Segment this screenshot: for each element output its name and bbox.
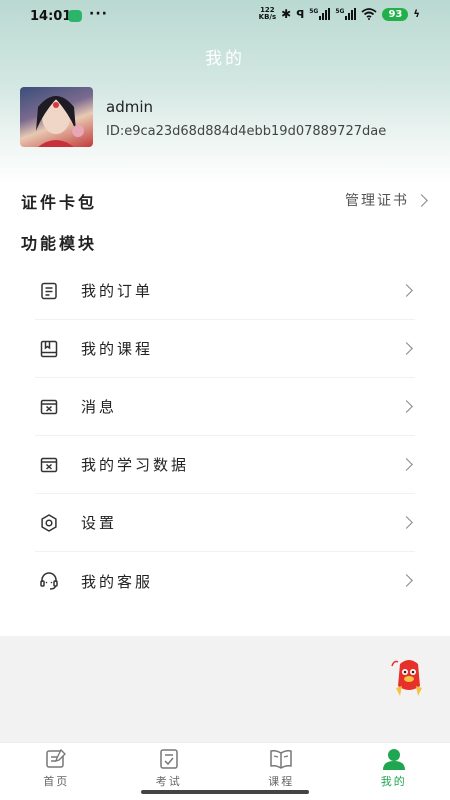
customer-service-icon bbox=[38, 570, 60, 592]
exam-icon bbox=[156, 748, 182, 770]
menu-item-courses[interactable]: 我的课程 bbox=[35, 320, 415, 378]
wallet-label: 证件卡包 bbox=[21, 193, 98, 212]
page-title: 我的 bbox=[205, 49, 245, 69]
profile-icon bbox=[381, 748, 407, 770]
chevron-right-icon bbox=[400, 516, 413, 529]
study-data-icon bbox=[38, 454, 60, 476]
avatar-image bbox=[36, 96, 84, 147]
battery-indicator: 93 bbox=[382, 7, 409, 21]
tab-label: 首页 bbox=[43, 775, 70, 788]
function-menu: 我的订单 我的课程 消息 我的学习数据 设置 我的客服 bbox=[35, 262, 415, 610]
menu-item-label: 消息 bbox=[81, 398, 118, 416]
mascot-icon bbox=[391, 660, 422, 696]
more-notifications-icon: ··· bbox=[89, 6, 108, 22]
home-indicator[interactable] bbox=[141, 790, 309, 794]
bluetooth-icon: ✱ bbox=[281, 7, 292, 21]
wifi-icon bbox=[361, 8, 378, 20]
charging-icon: ϟ bbox=[413, 8, 420, 20]
network-speed: 122 KB/s bbox=[258, 6, 277, 21]
order-icon bbox=[38, 280, 60, 302]
tab-home[interactable]: 首页 bbox=[0, 743, 113, 800]
wechat-notification-icon bbox=[68, 10, 82, 22]
nfc-icon: ꟼ bbox=[296, 7, 305, 21]
book-icon bbox=[268, 748, 294, 770]
menu-item-label: 设置 bbox=[81, 514, 118, 532]
status-bar: 14:01 ··· 122 KB/s ✱ ꟼ 5G 5G 93 ϟ bbox=[0, 0, 450, 32]
manage-certificates-link[interactable]: 管理证书 bbox=[345, 190, 428, 210]
cellular-signal-1: 5G bbox=[309, 8, 331, 20]
signal-bars-icon bbox=[345, 8, 357, 20]
menu-item-label: 我的客服 bbox=[81, 572, 154, 591]
username: admin bbox=[106, 98, 153, 116]
tab-profile[interactable]: 我的 bbox=[338, 743, 450, 800]
floating-mascot-button[interactable] bbox=[388, 656, 430, 698]
manage-certificates-label: 管理证书 bbox=[345, 193, 409, 209]
home-icon bbox=[43, 748, 69, 770]
menu-item-label: 我的课程 bbox=[81, 340, 154, 358]
menu-item-label: 我的学习数据 bbox=[81, 456, 190, 474]
signal-bars-icon bbox=[319, 8, 331, 20]
user-id: ID:e9ca23d68d884d4ebb19d07889727dae bbox=[106, 124, 387, 139]
chevron-right-icon bbox=[400, 400, 413, 413]
tab-label: 课程 bbox=[268, 775, 295, 788]
chevron-right-icon bbox=[400, 458, 413, 471]
menu-item-orders[interactable]: 我的订单 bbox=[35, 262, 415, 320]
settings-icon bbox=[38, 512, 60, 534]
avatar[interactable] bbox=[20, 87, 93, 147]
chevron-right-icon bbox=[400, 574, 413, 587]
section-title: 功能模块 bbox=[21, 234, 98, 253]
chevron-right-icon bbox=[400, 284, 413, 297]
tab-label: 考试 bbox=[155, 775, 182, 788]
menu-item-customer-service[interactable]: 我的客服 bbox=[35, 552, 415, 610]
menu-item-settings[interactable]: 设置 bbox=[35, 494, 415, 552]
menu-item-messages[interactable]: 消息 bbox=[35, 378, 415, 436]
status-time: 14:01 bbox=[30, 9, 72, 24]
status-right: 122 KB/s ✱ ꟼ 5G 5G 93 ϟ bbox=[258, 6, 420, 22]
chevron-right-icon bbox=[415, 193, 428, 207]
cellular-signal-2: 5G bbox=[335, 8, 357, 20]
message-icon bbox=[38, 396, 60, 418]
menu-item-label: 我的订单 bbox=[81, 282, 154, 300]
tab-label: 我的 bbox=[380, 775, 407, 788]
menu-item-study-data[interactable]: 我的学习数据 bbox=[35, 436, 415, 494]
chevron-right-icon bbox=[400, 342, 413, 355]
course-icon bbox=[38, 338, 60, 360]
